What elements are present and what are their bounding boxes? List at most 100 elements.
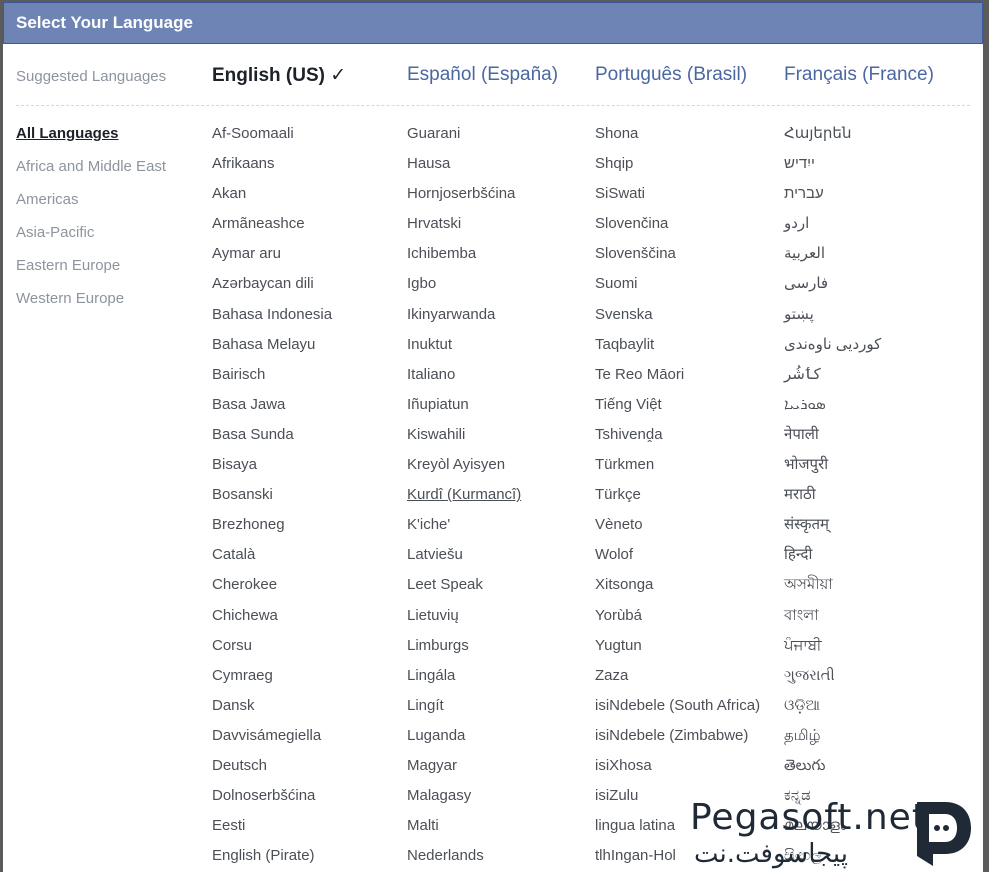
language-link[interactable]: தமிழ் — [784, 726, 881, 756]
language-link[interactable]: کوردیی ناوەندی — [784, 335, 881, 365]
language-link[interactable]: اردو — [784, 214, 881, 244]
language-link[interactable]: मराठी — [784, 485, 881, 515]
language-link[interactable]: עברית — [784, 184, 881, 214]
language-link[interactable]: Svenska — [595, 305, 760, 335]
language-link[interactable]: Ichibemba — [407, 244, 521, 274]
language-link[interactable]: Slovenčina — [595, 214, 760, 244]
sidebar-item-americas[interactable]: Americas — [16, 190, 196, 223]
language-link[interactable]: Hrvatski — [407, 214, 521, 244]
sidebar-item-all-languages[interactable]: All Languages — [16, 124, 196, 157]
language-link[interactable]: ગુજરાતી — [784, 666, 881, 696]
language-link[interactable]: Bosanski — [212, 485, 332, 515]
language-link[interactable]: Shona — [595, 124, 760, 154]
language-link[interactable]: Magyar — [407, 756, 521, 786]
language-link[interactable]: Lietuvių — [407, 606, 521, 636]
language-link[interactable]: K'iche' — [407, 515, 521, 545]
language-link[interactable]: Suomi — [595, 274, 760, 304]
language-link[interactable]: Chichewa — [212, 606, 332, 636]
suggested-language-option[interactable]: Español (España) — [407, 64, 558, 86]
language-link[interactable]: Malti — [407, 816, 521, 846]
language-link[interactable]: isiNdebele (South Africa) — [595, 696, 760, 726]
language-link[interactable]: ܣܘܪܝܝܐ — [784, 395, 881, 425]
language-link[interactable]: English (Pirate) — [212, 846, 332, 872]
language-link[interactable]: संस्कृतम् — [784, 515, 881, 545]
language-link[interactable]: Italiano — [407, 365, 521, 395]
language-link[interactable]: Leet Speak — [407, 575, 521, 605]
language-link[interactable]: Eesti — [212, 816, 332, 846]
language-link[interactable]: فارسی — [784, 274, 881, 304]
language-link[interactable]: Ikinyarwanda — [407, 305, 521, 335]
language-link[interactable]: Türkçe — [595, 485, 760, 515]
language-link[interactable]: Latviešu — [407, 545, 521, 575]
language-link[interactable]: Türkmen — [595, 455, 760, 485]
language-link[interactable]: کٲشُر — [784, 365, 881, 395]
language-link[interactable]: Malagasy — [407, 786, 521, 816]
language-link[interactable]: हिन्दी — [784, 545, 881, 575]
language-link[interactable]: Akan — [212, 184, 332, 214]
language-link[interactable]: Azərbaycan dili — [212, 274, 332, 304]
language-link[interactable]: Guarani — [407, 124, 521, 154]
sidebar-item-africa-and-middle-east[interactable]: Africa and Middle East — [16, 157, 196, 190]
language-link[interactable]: Cymraeg — [212, 666, 332, 696]
language-link[interactable]: Tiếng Việt — [595, 395, 760, 425]
language-link[interactable]: Dolnoserbšćina — [212, 786, 332, 816]
language-link[interactable]: Igbo — [407, 274, 521, 304]
language-link[interactable]: Limburgs — [407, 636, 521, 666]
language-link[interactable]: Bahasa Melayu — [212, 335, 332, 365]
language-link[interactable]: Nederlands — [407, 846, 521, 872]
language-link[interactable]: Basa Jawa — [212, 395, 332, 425]
language-link[interactable]: Luganda — [407, 726, 521, 756]
language-link[interactable]: Armãneashce — [212, 214, 332, 244]
language-link[interactable]: Bairisch — [212, 365, 332, 395]
language-link[interactable]: বাংলা — [784, 606, 881, 636]
language-link[interactable]: Wolof — [595, 545, 760, 575]
language-link[interactable]: Hornjoserbšćina — [407, 184, 521, 214]
language-link[interactable]: Yugtun — [595, 636, 760, 666]
language-link[interactable]: Kurdî (Kurmancî) — [407, 485, 521, 515]
language-link[interactable]: پښتو — [784, 305, 881, 335]
language-link[interactable]: Հայերեն — [784, 124, 881, 154]
language-link[interactable]: isiXhosa — [595, 756, 760, 786]
language-link[interactable]: Davvisámegiella — [212, 726, 332, 756]
language-link[interactable]: isiNdebele (Zimbabwe) — [595, 726, 760, 756]
language-link[interactable]: Corsu — [212, 636, 332, 666]
language-link[interactable]: Slovenščina — [595, 244, 760, 274]
language-link[interactable]: العربية — [784, 244, 881, 274]
language-link[interactable]: Xitsonga — [595, 575, 760, 605]
language-link[interactable]: Zaza — [595, 666, 760, 696]
language-link[interactable]: Hausa — [407, 154, 521, 184]
language-link[interactable]: Aymar aru — [212, 244, 332, 274]
language-link[interactable]: Inuktut — [407, 335, 521, 365]
language-link[interactable]: Taqbaylit — [595, 335, 760, 365]
language-link[interactable]: Afrikaans — [212, 154, 332, 184]
language-link[interactable]: Kreyòl Ayisyen — [407, 455, 521, 485]
language-link[interactable]: Vèneto — [595, 515, 760, 545]
language-link[interactable]: Lingála — [407, 666, 521, 696]
language-link[interactable]: Lingít — [407, 696, 521, 726]
language-link[interactable]: Yorùbá — [595, 606, 760, 636]
language-link[interactable]: Dansk — [212, 696, 332, 726]
language-link[interactable]: ייִדיש — [784, 154, 881, 184]
language-link[interactable]: Bahasa Indonesia — [212, 305, 332, 335]
language-link[interactable]: Af-Soomaali — [212, 124, 332, 154]
language-link[interactable]: SiSwati — [595, 184, 760, 214]
suggested-language-option[interactable]: Português (Brasil) — [595, 64, 747, 86]
language-link[interactable]: Cherokee — [212, 575, 332, 605]
language-link[interactable]: ਪੰਜਾਬੀ — [784, 636, 881, 666]
sidebar-item-western-europe[interactable]: Western Europe — [16, 289, 196, 322]
language-link[interactable]: Kiswahili — [407, 425, 521, 455]
language-link[interactable]: తెలుగు — [784, 756, 881, 786]
language-link[interactable]: Bisaya — [212, 455, 332, 485]
language-link[interactable]: অসমীয়া — [784, 575, 881, 605]
language-link[interactable]: ଓଡ଼ିଆ — [784, 696, 881, 726]
language-link[interactable]: Brezhoneg — [212, 515, 332, 545]
language-link[interactable]: नेपाली — [784, 425, 881, 455]
language-link[interactable]: Te Reo Māori — [595, 365, 760, 395]
language-link[interactable]: Basa Sunda — [212, 425, 332, 455]
sidebar-item-asia-pacific[interactable]: Asia-Pacific — [16, 223, 196, 256]
language-link[interactable]: Shqip — [595, 154, 760, 184]
language-link[interactable]: भोजपुरी — [784, 455, 881, 485]
language-link[interactable]: Català — [212, 545, 332, 575]
suggested-language-option[interactable]: Français (France) — [784, 64, 934, 86]
language-link[interactable]: Deutsch — [212, 756, 332, 786]
